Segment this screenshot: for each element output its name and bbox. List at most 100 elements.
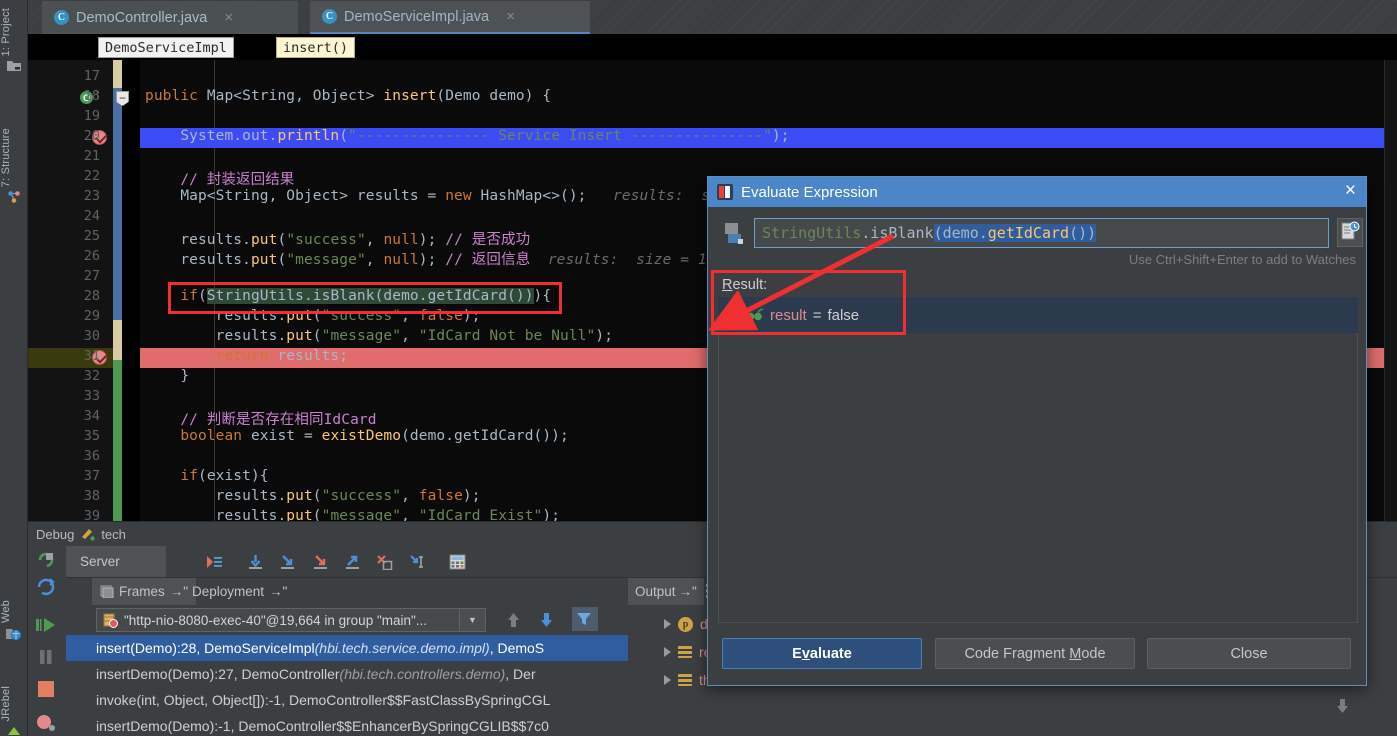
filter-frames-icon[interactable] — [572, 607, 598, 631]
code-token: ( — [313, 308, 322, 324]
code-token: ); — [463, 488, 481, 504]
code-line[interactable]: results.put("message", "IdCard Exist"); — [145, 508, 560, 521]
expression-input[interactable]: StringUtils.isBlank(demo.getIdCard()) — [754, 218, 1329, 248]
tab-output[interactable]: Output →" — [628, 578, 704, 605]
sidebar-item-jrebel-label: JRebel — [0, 686, 12, 721]
editor-vertical-scrollbar[interactable] — [1384, 60, 1397, 521]
drop-frame-icon[interactable] — [376, 554, 393, 570]
result-detail-area[interactable] — [718, 333, 1358, 623]
breadcrumb-method[interactable]: insert() — [276, 37, 355, 58]
run-to-cursor-icon[interactable] — [408, 554, 425, 570]
line-number: 36 — [28, 448, 100, 464]
sidebar-item-project[interactable]: 1: Project — [0, 8, 28, 73]
code-line[interactable]: // 判断是否存在相同IdCard — [145, 408, 377, 429]
tab-close-icon[interactable]: × — [224, 9, 233, 26]
code-token: // 封装返回结果 — [145, 172, 294, 188]
code-token: false — [419, 488, 463, 504]
frame-package: (hbi.tech.controllers.demo) — [340, 666, 506, 682]
step-into-icon[interactable] — [279, 554, 296, 570]
line-number: 33 — [28, 388, 100, 404]
tab-democontroller[interactable]: C DemoController.java × — [42, 1, 298, 34]
code-line[interactable]: boolean exist = existDemo(demo.getIdCard… — [145, 428, 569, 444]
step-over-icon[interactable] — [247, 554, 264, 570]
breadcrumb-class[interactable]: DemoServiceImpl — [98, 37, 234, 58]
result-list[interactable]: result = false — [718, 297, 1358, 333]
code-token: ){ — [534, 288, 552, 304]
code-token: , — [366, 232, 384, 248]
editor-tab-bar: C DemoController.java × C DemoServiceImp… — [28, 0, 1397, 34]
code-line[interactable]: results.put("message", null); // 返回信息 re… — [145, 248, 707, 269]
rerun-icon[interactable] — [35, 548, 59, 572]
tab-deployment[interactable]: Deployment →" — [184, 578, 295, 605]
variable-row[interactable]: re — [664, 644, 711, 660]
mute-breakpoints-icon[interactable] — [35, 712, 59, 736]
code-token: ( — [313, 328, 322, 344]
line-number: 31 — [28, 348, 100, 364]
code-line[interactable]: if(exist){ — [145, 468, 269, 484]
close-icon[interactable]: × — [1345, 181, 1356, 201]
show-execution-point-icon[interactable] — [206, 554, 223, 570]
evaluate-button[interactable]: Evaluate — [722, 638, 922, 669]
list-field-icon — [678, 646, 692, 658]
expression-history-icon[interactable] — [1337, 218, 1363, 247]
force-step-into-icon[interactable] — [312, 554, 329, 570]
result-value: false — [827, 307, 859, 324]
close-button[interactable]: Close — [1147, 638, 1351, 669]
step-out-icon[interactable] — [344, 554, 361, 570]
tab-demoserviceimpl[interactable]: C DemoServiceImpl.java × — [310, 1, 590, 34]
code-line[interactable]: if(StringUtils.isBlank(demo.getIdCard())… — [145, 288, 551, 304]
code-folding-column[interactable] — [122, 60, 140, 521]
chevron-down-icon[interactable]: ▼ — [459, 609, 485, 631]
thread-suspended-icon — [103, 613, 118, 628]
expand-triangle-icon[interactable] — [664, 619, 671, 629]
result-row[interactable]: result = false — [718, 297, 1358, 333]
line-number: 34 — [28, 408, 100, 424]
code-line[interactable]: results.put("message", "IdCard Not be Nu… — [145, 328, 613, 344]
code-line[interactable]: System.out.println("--------------- Serv… — [145, 128, 790, 144]
expand-triangle-icon[interactable] — [664, 675, 671, 685]
code-token: false — [419, 308, 463, 324]
tab-frames[interactable]: Frames →" — [92, 578, 196, 605]
code-line[interactable]: Map<String, Object> results = new HashMa… — [145, 188, 710, 204]
code-token: "IdCard Not be Null" — [419, 328, 596, 344]
frame-up-icon[interactable] — [506, 611, 521, 631]
tab-deployment-pin-icon[interactable]: →" — [269, 584, 287, 599]
evaluate-expression-dialog: Evaluate Expression × StringUtils.isBlan… — [707, 176, 1367, 686]
line-number: 25 — [28, 228, 100, 244]
code-token: results; — [277, 348, 348, 364]
tab-close-icon[interactable]: × — [506, 8, 515, 25]
thread-combo[interactable]: "http-nio-8080-exec-40"@19,664 in group … — [96, 608, 486, 632]
expression-token: (demo. — [934, 224, 988, 242]
dialog-title-bar[interactable]: Evaluate Expression × — [708, 177, 1366, 207]
line-number: 19 — [28, 108, 100, 124]
code-token: results. — [145, 508, 286, 521]
code-token: System.out. — [145, 128, 277, 144]
evaluate-expression-icon[interactable] — [449, 554, 466, 570]
resume-program-icon[interactable] — [35, 614, 59, 638]
code-line[interactable]: return results; — [145, 348, 348, 364]
expression-token: StringUtils — [762, 224, 861, 242]
code-line[interactable]: results.put("success", false); — [145, 488, 481, 504]
list-field-icon — [678, 674, 692, 686]
tab-output-pin-icon[interactable]: →" — [679, 584, 697, 599]
sidebar-item-jrebel[interactable]: JRebel — [0, 686, 28, 736]
code-fragment-mode-button[interactable]: Code Fragment Mode — [935, 638, 1135, 669]
code-line[interactable]: results.put("success", null); // 是否成功 — [145, 228, 530, 249]
code-line[interactable]: // 封装返回结果 — [145, 168, 294, 189]
debug-config-name[interactable]: tech — [101, 527, 126, 542]
frame-down-icon[interactable] — [539, 611, 554, 631]
code-line[interactable]: } — [145, 368, 189, 384]
tab-deployment-label: Deployment — [192, 584, 264, 599]
line-number: 26 — [28, 248, 100, 264]
code-line[interactable]: results.put("success", false); — [145, 308, 481, 324]
code-token: <>(); — [542, 188, 586, 204]
sidebar-item-web[interactable]: Web — [0, 600, 28, 640]
scroll-down-icon[interactable] — [1335, 697, 1350, 717]
expand-triangle-icon[interactable] — [664, 647, 671, 657]
stop-program-icon[interactable] — [35, 678, 59, 702]
update-running-app-icon[interactable] — [35, 576, 59, 600]
code-line[interactable]: public Map<String, Object> insert(Demo d… — [145, 88, 551, 104]
pause-program-icon[interactable] — [35, 646, 59, 670]
tab-server[interactable]: Server — [66, 546, 166, 577]
sidebar-item-structure[interactable]: 7: Structure — [0, 128, 28, 204]
